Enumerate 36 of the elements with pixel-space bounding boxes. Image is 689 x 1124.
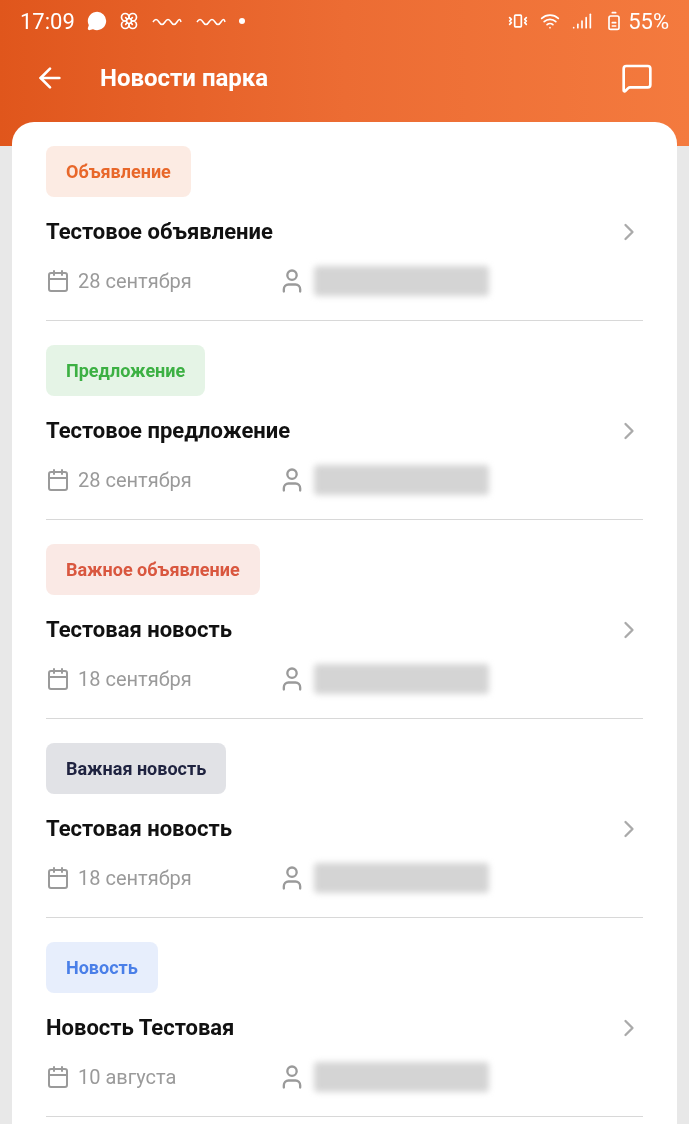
news-item[interactable]: Важное объявление Тестовая новость 18 сентября [46, 520, 643, 719]
calendar-icon [46, 667, 70, 691]
calendar-icon [46, 866, 70, 890]
header-title: Новости парка [100, 63, 269, 94]
category-tag: Предложение [46, 345, 206, 396]
category-tag: Важная новость [46, 743, 227, 794]
news-date: 28 сентября [78, 268, 193, 295]
status-time: 17:09 [20, 7, 75, 36]
category-tag: Важное объявление [46, 544, 260, 595]
signal-icon [572, 11, 593, 31]
news-date: 18 сентября [78, 666, 193, 693]
news-date: 10 августа [78, 1064, 178, 1091]
news-title: Тестовая новость [46, 815, 233, 843]
news-item[interactable]: Предложение Тестовое предложение 28 сентября [46, 321, 643, 520]
calendar-icon [46, 468, 70, 492]
news-title: Тестовая новость [46, 616, 233, 644]
calendar-icon [46, 1065, 70, 1089]
chat-icon [621, 62, 653, 94]
wifi-icon [540, 11, 561, 31]
scribble-notification-icon [150, 16, 183, 26]
news-item[interactable]: Объявление Тестовое объявление 28 сентября [46, 122, 643, 321]
category-tag: Объявление [46, 146, 191, 197]
flower-notification-icon [118, 11, 139, 31]
calendar-icon [46, 269, 70, 293]
news-date: 28 сентября [78, 467, 193, 494]
news-title: Новость Тестовая [46, 1014, 236, 1042]
news-date: 18 сентября [78, 865, 193, 892]
category-tag: Новость [46, 942, 158, 993]
news-item[interactable]: Важная новость Тестовая новость 18 сентября [46, 719, 643, 918]
chat-notification-icon [86, 11, 107, 31]
news-item[interactable]: Новость Новость Тестовая 10 августа [46, 918, 643, 1117]
battery-percent: 55% [628, 7, 669, 36]
scribble-notification-icon [194, 16, 227, 26]
news-title: Тестовое объявление [46, 218, 274, 246]
vibrate-icon [508, 11, 529, 31]
news-title: Тестовое предложение [46, 417, 292, 445]
